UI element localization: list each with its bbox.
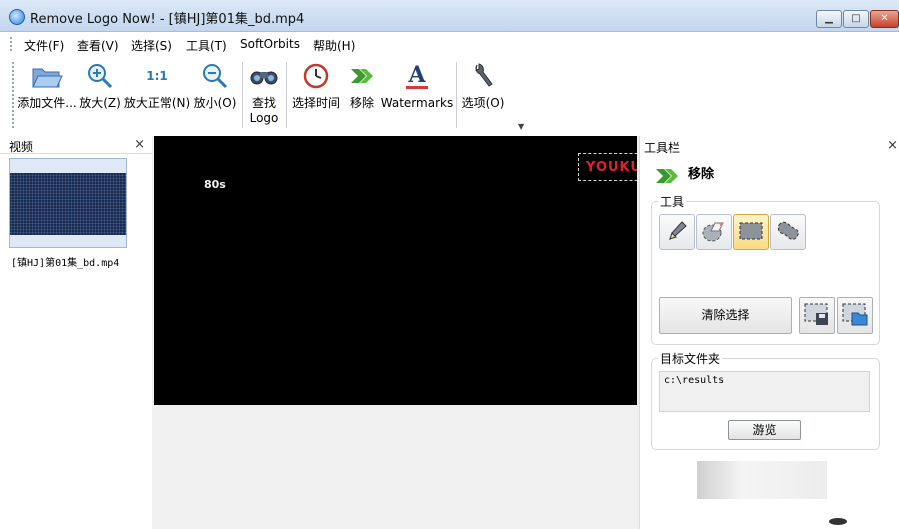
find-logo-label-line1: 查找 xyxy=(251,96,276,110)
clock-icon xyxy=(303,56,329,96)
tool-panel-title: 工具栏 xyxy=(644,141,681,155)
load-mask-button[interactable] xyxy=(837,297,873,334)
save-mask-icon xyxy=(803,301,831,330)
menu-softorbits[interactable]: SoftOrbits xyxy=(240,37,300,51)
zoom-normal-button[interactable]: 1:1 放大正常(N) xyxy=(124,56,190,132)
lasso-tool-button[interactable] xyxy=(770,214,806,250)
zoom-normal-glyph: 1:1 xyxy=(146,69,168,83)
save-mask-button[interactable] xyxy=(799,297,835,334)
toolbar-overflow-icon[interactable]: ▼ xyxy=(518,122,524,131)
remove-button[interactable]: 移除 xyxy=(346,56,378,132)
eraser-icon xyxy=(701,219,727,246)
zoom-out-button[interactable]: 放小(O) xyxy=(193,56,237,132)
tools-group-label: 工具 xyxy=(658,193,687,210)
video-panel-title: 视频 xyxy=(9,140,34,154)
green-arrow-icon xyxy=(349,56,375,96)
find-logo-button[interactable]: 查找 Logo xyxy=(245,56,283,132)
menu-bar: 文件(F) 查看(V) 选择(S) 工具(T) SoftOrbits 帮助(H) xyxy=(0,32,899,56)
close-button[interactable]: ✕ xyxy=(870,10,899,28)
toolbar-separator xyxy=(242,62,243,128)
logo-selection-box[interactable]: YOUKU xyxy=(578,153,637,181)
logo-preview xyxy=(697,461,827,499)
add-file-label: 添加文件... xyxy=(17,96,77,110)
select-time-button[interactable]: 选择时间 xyxy=(289,56,343,132)
options-label: 选项(O) xyxy=(461,96,505,110)
video-timecode: 80s xyxy=(204,178,226,191)
zoom-in-icon xyxy=(86,56,114,96)
zoom-in-button[interactable]: 放大(Z) xyxy=(79,56,121,132)
maximize-button[interactable]: □ xyxy=(843,10,869,28)
video-file-label[interactable]: [镇HJ]第01集_bd.mp4 xyxy=(11,254,119,269)
video-panel-header: 视频 × xyxy=(0,136,152,154)
detected-logo-text: YOUKU xyxy=(586,160,637,175)
zoom-normal-icon: 1:1 xyxy=(146,56,168,96)
toolbar: 添加文件... 放大(Z) 1:1 放大正常(N) 放小(O) 查找 Logo … xyxy=(0,56,899,136)
pencil-icon xyxy=(665,219,689,246)
lasso-icon xyxy=(775,219,801,246)
tool-panel-header: 工具栏 × xyxy=(640,136,899,156)
app-icon xyxy=(9,9,25,25)
window-title: Remove Logo Now! - [镇HJ]第01集_bd.mp4 xyxy=(30,12,305,27)
clear-selection-button[interactable]: 清除选择 xyxy=(659,297,792,334)
toolbar-grip xyxy=(12,62,14,128)
zoom-out-label: 放小(O) xyxy=(193,96,237,110)
load-mask-icon xyxy=(841,301,869,330)
tool-panel: 工具栏 × 移除 工具 清除选择 目标文件夹 c:\results 游览 xyxy=(639,136,899,529)
eraser-tool-button[interactable] xyxy=(696,214,732,250)
zoom-out-icon xyxy=(201,56,229,96)
menu-select[interactable]: 选择(S) xyxy=(131,37,172,54)
video-thumbnail[interactable] xyxy=(9,158,127,248)
rect-select-icon xyxy=(738,220,764,245)
title-bar: Remove Logo Now! - [镇HJ]第01集_bd.mp4 ▁ □ … xyxy=(0,0,899,32)
text-a-icon: A xyxy=(406,56,428,96)
target-folder-label: 目标文件夹 xyxy=(658,350,723,367)
tool-panel-close-icon[interactable]: × xyxy=(887,138,898,153)
browse-button[interactable]: 游览 xyxy=(728,420,801,440)
menu-tools[interactable]: 工具(T) xyxy=(186,37,227,54)
find-logo-label-line2: Logo xyxy=(249,111,279,125)
select-time-label: 选择时间 xyxy=(291,96,340,110)
target-folder-group: 目标文件夹 c:\results 游览 xyxy=(651,350,880,450)
toolbar-separator xyxy=(456,62,457,128)
pencil-tool-button[interactable] xyxy=(659,214,695,250)
remove-action-label[interactable]: 移除 xyxy=(688,163,714,182)
video-frame[interactable]: 80s YOUKU xyxy=(154,136,637,405)
menu-view[interactable]: 查看(V) xyxy=(77,37,119,54)
remove-label: 移除 xyxy=(349,96,374,110)
scroll-indicator xyxy=(829,518,847,525)
binoculars-icon xyxy=(249,56,279,96)
zoom-normal-label: 放大正常(N) xyxy=(123,96,191,110)
tools-group: 工具 清除选择 xyxy=(651,193,880,345)
rect-select-tool-button[interactable] xyxy=(733,214,769,250)
thumbnail-top-band xyxy=(10,159,126,173)
toolbar-separator xyxy=(286,62,287,128)
video-panel: 视频 × [镇HJ]第01集_bd.mp4 xyxy=(0,136,152,529)
add-file-button[interactable]: 添加文件... xyxy=(17,56,77,132)
menu-file[interactable]: 文件(F) xyxy=(24,37,64,54)
thumbnail-bottom-band xyxy=(10,235,126,247)
folder-open-icon xyxy=(31,56,63,96)
menu-grip xyxy=(10,37,12,51)
video-viewer: 80s YOUKU xyxy=(152,136,639,529)
wrench-icon xyxy=(470,56,496,96)
menu-help[interactable]: 帮助(H) xyxy=(313,37,355,54)
options-button[interactable]: 选项(O) xyxy=(460,56,506,132)
watermark-glyph: A xyxy=(408,61,426,88)
video-panel-close-icon[interactable]: × xyxy=(134,137,145,152)
watermarks-label: Watermarks xyxy=(380,96,454,110)
target-folder-field[interactable]: c:\results xyxy=(659,371,870,412)
watermarks-button[interactable]: A Watermarks xyxy=(380,56,454,132)
minimize-button[interactable]: ▁ xyxy=(816,10,842,28)
green-arrow-icon xyxy=(653,165,681,190)
zoom-in-label: 放大(Z) xyxy=(79,96,121,110)
